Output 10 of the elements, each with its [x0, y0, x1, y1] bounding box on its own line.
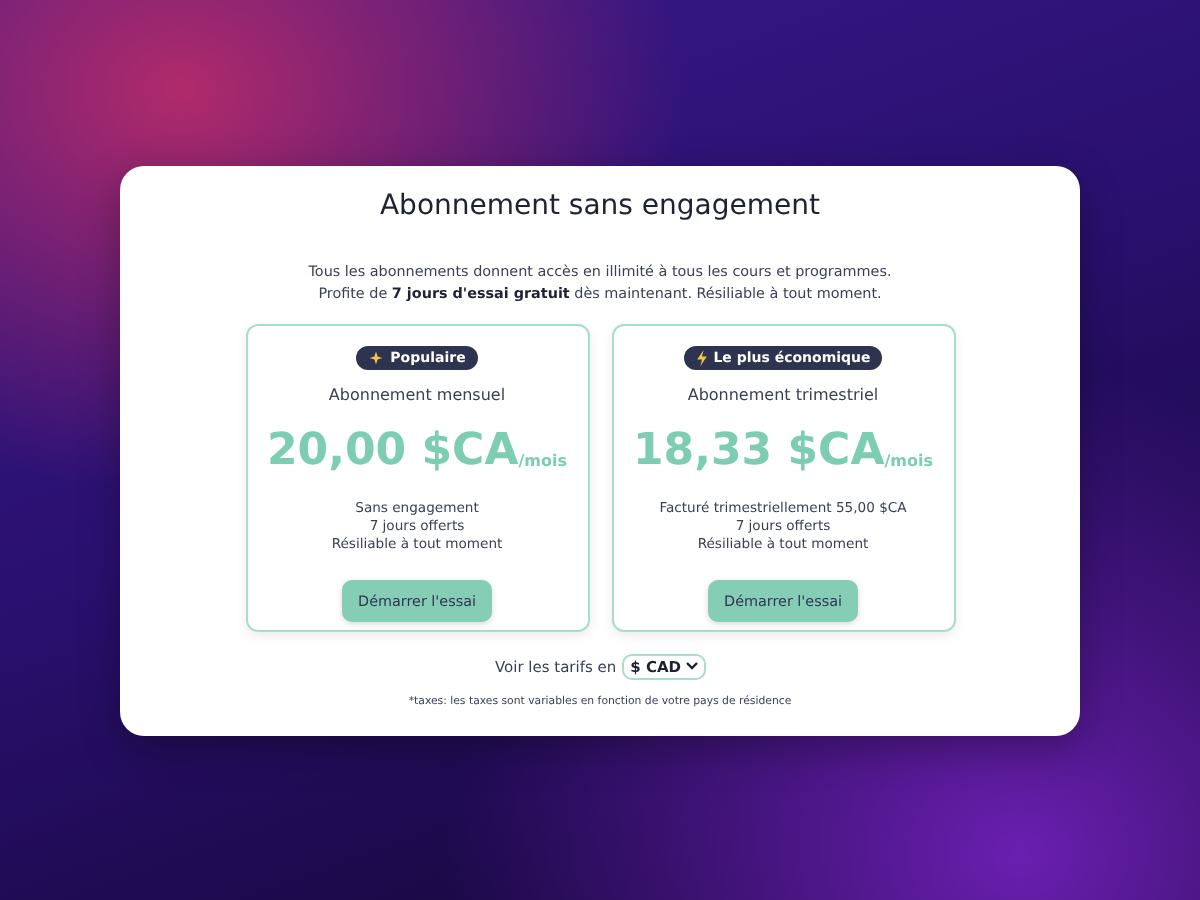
price-period: /mois: [884, 451, 933, 469]
plan-price: 18,33 $CA: [633, 427, 885, 475]
lightning-icon: [695, 349, 708, 365]
price-period: /mois: [518, 451, 567, 469]
chevron-down-icon: [685, 662, 698, 670]
plan-price: 20,00 $CA: [267, 427, 519, 475]
page-title: Abonnement sans engagement: [379, 189, 820, 221]
sparkle-icon: [368, 349, 385, 365]
plan-name: Abonnement mensuel: [328, 385, 506, 403]
plan-name: Abonnement trimestriel: [687, 385, 879, 403]
